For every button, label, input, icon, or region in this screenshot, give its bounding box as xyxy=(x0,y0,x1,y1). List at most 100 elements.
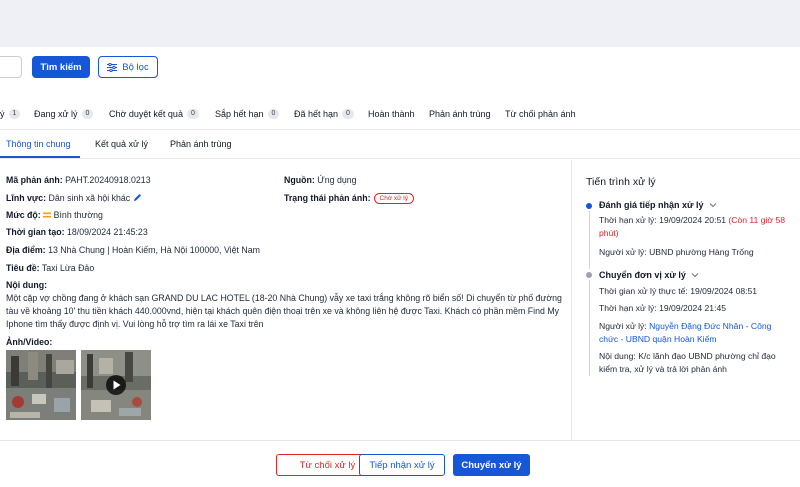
status-tab-completed[interactable]: Hoàn thành xyxy=(368,109,415,119)
status-tab-label: Sắp hết hạn xyxy=(215,109,264,119)
deadline-label: Thời hạn xử lý: xyxy=(599,215,657,225)
reject-button-label: Từ chối xử lý xyxy=(299,459,356,471)
transfer-button-label: Chuyển xử lý xyxy=(461,459,522,471)
edit-icon[interactable] xyxy=(133,193,142,202)
tab-general-info[interactable]: Thông tin chung xyxy=(6,139,71,149)
deadline-value: 19/09/2024 20:51 xyxy=(659,215,727,225)
search-input[interactable] xyxy=(0,56,22,78)
status-tab-label: ý xyxy=(0,109,5,119)
report-content-label: Nội dung: xyxy=(6,280,47,290)
timeline-step-title[interactable]: Đánh giá tiếp nhận xử lý xyxy=(599,200,717,210)
handler-link[interactable]: Nguyễn Đặng Đức Nhân - Công xyxy=(649,321,771,331)
timeline-content: Nội dung: K/c lãnh đạo UBND phường chỉ đ… xyxy=(599,351,776,361)
timeline-handler: Người xử lý: Nguyễn Đặng Đức Nhân - Công xyxy=(599,321,771,331)
report-level-value: Bình thường xyxy=(53,210,103,220)
report-title-value: Taxi Lừa Đảo xyxy=(41,263,95,273)
deadline-label: Thời hạn xử lý: xyxy=(599,303,657,313)
report-created-value: 18/09/2024 21:45:23 xyxy=(67,227,148,237)
report-location: Địa điểm: 13 Nhà Chung | Hoàn Kiếm, Hà N… xyxy=(6,245,260,255)
report-content: Một cặp vợ chồng đang ở khách sạn GRAND … xyxy=(6,293,562,329)
transfer-button[interactable]: Chuyển xử lý xyxy=(453,454,530,476)
status-badge: Chờ xử lý xyxy=(373,193,414,204)
status-tab-label: Chờ duyệt kết quả xyxy=(109,109,183,119)
timeline-content-cont: kiểm tra, xử lý và trả lời phản ánh xyxy=(599,364,727,374)
handler-value: UBND phường Hàng Trống xyxy=(649,247,754,257)
deadline-value: 19/09/2024 21:45 xyxy=(659,303,727,313)
equals-icon xyxy=(43,212,52,218)
search-button[interactable]: Tìm kiếm xyxy=(32,56,90,78)
accept-button-label: Tiếp nhận xử lý xyxy=(369,459,435,471)
status-tab-rejected[interactable]: Từ chối phản ánh xyxy=(505,109,576,119)
status-tab-expired[interactable]: Đã hết hạn 0 xyxy=(294,109,354,119)
handler-label: Người xử lý: xyxy=(599,321,647,331)
chevron-down-icon[interactable] xyxy=(691,272,699,278)
report-title-label: Tiêu đề: xyxy=(6,263,40,273)
accept-button[interactable]: Tiếp nhận xử lý xyxy=(359,454,445,476)
status-tab-count: 1 xyxy=(8,109,21,119)
timeline-step-title-text: Đánh giá tiếp nhận xử lý xyxy=(599,200,704,210)
status-tab-awaiting-approval[interactable]: Chờ duyệt kết quả 0 xyxy=(109,109,199,119)
divider xyxy=(0,158,800,159)
video-thumbnail[interactable] xyxy=(81,350,151,420)
report-source: Nguồn: Ứng dụng xyxy=(284,175,357,185)
status-tab-count: 0 xyxy=(81,109,94,119)
report-location-label: Địa điểm: xyxy=(6,245,46,255)
status-tab-duplicate[interactable]: Phản ánh trùng xyxy=(429,109,491,119)
photo-image xyxy=(6,350,76,420)
filter-button-label: Bộ lọc xyxy=(122,61,149,73)
status-tab-near-deadline[interactable]: Sắp hết hạn 0 xyxy=(215,109,280,119)
report-field-label: Lĩnh vực: xyxy=(6,193,47,203)
report-field: Lĩnh vực: Dân sinh xã hội khác xyxy=(6,193,142,203)
remaining-time: (Còn 11 giờ 58 xyxy=(728,215,785,225)
actual-time-label: Thời gian xử lý thực tế: xyxy=(599,286,688,296)
filter-icon xyxy=(107,62,118,72)
report-title: Tiêu đề: Taxi Lừa Đảo xyxy=(6,263,94,273)
content-label: Nội dung: xyxy=(599,351,636,361)
play-icon[interactable] xyxy=(105,374,127,396)
timeline-dot-active xyxy=(586,203,592,209)
status-tab-label: Từ chối phản ánh xyxy=(505,109,576,119)
status-tab-count: 0 xyxy=(342,109,354,119)
chevron-down-icon[interactable] xyxy=(709,202,717,208)
timeline-deadline: Thời hạn xử lý: 19/09/2024 21:45 xyxy=(599,303,726,313)
panel-divider xyxy=(571,160,572,440)
report-state: Trạng thái phản ánh: Chờ xử lý xyxy=(284,193,414,204)
tab-processing-result[interactable]: Kết quả xử lý xyxy=(95,139,148,149)
timeline-step-title[interactable]: Chuyển đơn vị xử lý xyxy=(599,270,699,280)
report-created-label: Thời gian tạo: xyxy=(6,227,65,237)
report-source-label: Nguồn: xyxy=(284,175,315,185)
status-tab[interactable]: ý1 xyxy=(0,109,21,119)
content-value: K/c lãnh đạo UBND phường chỉ đạo xyxy=(638,351,776,361)
handler-link-cont[interactable]: chức - UBND quận Hoàn Kiếm xyxy=(599,334,717,344)
actual-time-value: 19/09/2024 08:51 xyxy=(690,286,758,296)
report-code: Mã phản ánh: PAHT.20240918.0213 xyxy=(6,175,151,185)
handler-label: Người xử lý: xyxy=(599,247,647,257)
status-tab-label: Đang xử lý xyxy=(34,109,78,119)
media-label-text: Ảnh/Video: xyxy=(6,337,53,347)
tab-duplicate-reports[interactable]: Phản ánh trùng xyxy=(170,139,232,149)
status-tab-label: Phản ánh trùng xyxy=(429,109,491,119)
timeline-handler: Người xử lý: UBND phường Hàng Trống xyxy=(599,247,754,257)
remaining-time-cont: phút) xyxy=(599,228,619,238)
status-tabs: ý1 Đang xử lý 0 Chờ duyệt kết quả 0 Sắp hế… xyxy=(0,109,800,123)
divider xyxy=(0,129,800,130)
timeline-deadline: Thời hạn xử lý: 19/09/2024 20:51 (Còn 11… xyxy=(599,215,785,225)
status-tab-count: 0 xyxy=(267,109,280,119)
report-source-value: Ứng dụng xyxy=(317,175,357,185)
top-bar xyxy=(0,0,800,47)
media-thumbnail[interactable] xyxy=(6,350,76,420)
report-field-value: Dân sinh xã hội khác xyxy=(48,193,131,203)
status-tab-label: Đã hết hạn xyxy=(294,109,339,119)
filter-button[interactable]: Bộ lọc xyxy=(98,56,158,78)
report-level: Mức độ: Bình thường xyxy=(6,210,103,220)
timeline-line xyxy=(589,211,590,269)
timeline-title: Tiến trình xử lý xyxy=(586,176,656,188)
timeline-actual-time: Thời gian xử lý thực tế: 19/09/2024 08:5… xyxy=(599,286,757,296)
report-location-value: 13 Nhà Chung | Hoàn Kiếm, Hà Nội 100000,… xyxy=(48,245,260,255)
search-button-label: Tìm kiếm xyxy=(40,61,82,73)
content-label: Nội dung: xyxy=(6,280,48,290)
media-label: Ảnh/Video: xyxy=(6,337,52,347)
status-tab-processing[interactable]: Đang xử lý 0 xyxy=(34,109,94,119)
status-tab-label: Hoàn thành xyxy=(368,109,415,119)
timeline-step-title-text: Chuyển đơn vị xử lý xyxy=(599,270,686,280)
